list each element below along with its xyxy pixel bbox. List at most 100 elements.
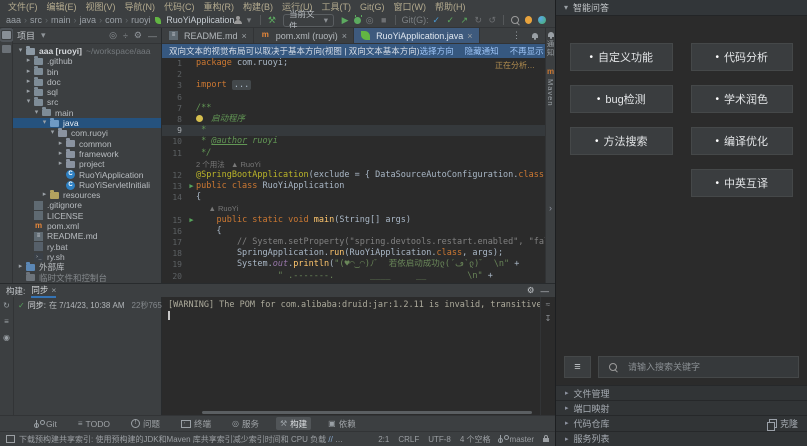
code-line[interactable]: 17 // System.setProperty("spring.devtool… <box>162 237 545 248</box>
menu-item[interactable]: 帮助(H) <box>435 0 466 13</box>
resync-icon[interactable]: ↻ <box>3 301 10 310</box>
tree-row[interactable]: ▾src <box>13 97 161 107</box>
tree-row[interactable]: ▸sql <box>13 87 161 97</box>
notifications-bell-icon[interactable] <box>548 32 554 37</box>
profiler-icon[interactable] <box>525 16 533 24</box>
build-settings-icon[interactable]: ⚙ <box>527 285 535 296</box>
tree-row[interactable]: ▾com.ruoyi <box>13 128 161 138</box>
git-branch-widget[interactable]: master <box>500 435 534 444</box>
run-gutter-icon[interactable]: ▶ <box>187 215 196 226</box>
tree-row[interactable]: ▸.github <box>13 56 161 66</box>
clone-button[interactable]: 克隆 <box>769 417 798 430</box>
build-hammer-icon[interactable]: ⚒ <box>267 15 277 26</box>
menu-item[interactable]: 文件(F) <box>8 0 38 13</box>
toolwindow-button-问题[interactable]: !问题 <box>127 417 164 430</box>
project-caret-icon[interactable]: ▾ <box>41 30 46 41</box>
ai-action-button[interactable]: •编译优化 <box>691 127 794 155</box>
code-line[interactable]: 19 System.out.println("(♥◠‿◠)ﾉﾞ 若依启动成功ლ(… <box>162 259 545 270</box>
code-line[interactable]: 20 " .-------. ____ __ \n" + <box>162 271 545 282</box>
expand-panel-chevron[interactable]: › <box>549 203 552 213</box>
code-line[interactable]: 14{ <box>162 192 545 203</box>
more-options-icon[interactable]: ⋮ <box>508 28 525 43</box>
ai-panel-header[interactable]: ▾ 智能问答 <box>556 0 807 16</box>
code-line[interactable]: 16 { <box>162 226 545 237</box>
code-editor[interactable]: 正在分析… 1package com.ruoyi;23import ...67/… <box>162 58 545 284</box>
collapse-chevron-icon[interactable]: ▾ <box>564 3 568 12</box>
chevron-down-icon[interactable]: ▾ <box>32 108 41 118</box>
code-line[interactable]: 12@SpringBootApplication(exclude = { Dat… <box>162 170 545 181</box>
code-line[interactable]: 13▶public class RuoYiApplication <box>162 181 545 192</box>
chevron-right-icon[interactable]: ▸ <box>56 149 65 159</box>
status-message[interactable]: 下载预构建共享索引: 使用预构建的JDK和Maven 库共享索引减少索引时间和 … <box>19 434 349 445</box>
chevron-right-icon[interactable]: ▸ <box>24 67 33 77</box>
run-button[interactable]: ▶ <box>340 15 350 26</box>
show-icon[interactable]: ◉ <box>3 333 10 342</box>
code-line[interactable]: 11 */ <box>162 148 545 159</box>
panel-settings-icon[interactable]: ⚙ <box>134 30 142 41</box>
tree-row[interactable]: ▸外部库 <box>13 262 161 272</box>
menu-item[interactable]: 视图(V) <box>86 0 116 13</box>
ai-action-button[interactable]: •中英互译 <box>691 169 794 197</box>
tree-row[interactable]: ▾java <box>13 118 161 128</box>
status-links[interactable]: // 始终下载 // 下载一次 // 不再... <box>328 435 349 444</box>
chevron-down-icon[interactable]: ▾ <box>16 46 25 56</box>
tree-row[interactable]: ▾aaa [ruoyi]~/workspace/aaa <box>13 46 161 56</box>
notifications-bell-icon[interactable] <box>525 28 545 43</box>
caret-position[interactable]: 2:1 <box>378 435 389 444</box>
menu-item[interactable]: 窗口(W) <box>394 0 427 13</box>
stop-button[interactable]: ■ <box>379 15 389 25</box>
debug-button[interactable] <box>354 17 361 24</box>
ai-section-row[interactable]: ▸服务列表 <box>556 431 807 446</box>
code-line[interactable]: 9 * <box>162 125 545 136</box>
tree-row[interactable]: ry.bat <box>13 242 161 252</box>
maven-toolwindow-tab[interactable]: Maven <box>546 79 555 107</box>
chevron-right-icon[interactable]: ▸ <box>24 87 33 97</box>
git-update-button[interactable]: ✓ <box>431 15 441 26</box>
build-hide-icon[interactable]: — <box>541 286 550 296</box>
user-dropdown-icon[interactable]: ▾ <box>244 15 254 26</box>
menu-item[interactable]: 构建(B) <box>243 0 273 13</box>
user-account-icon[interactable] <box>234 16 242 24</box>
sync-status-row[interactable]: ✓ 同步: 在 7/14/23, 10:38 AM 22秒765毫秒 <box>14 300 161 311</box>
run-config-select[interactable]: 当前文件 ▾ <box>283 14 334 27</box>
tree-row[interactable]: ▸project <box>13 159 161 169</box>
ai-action-button[interactable]: •学术润色 <box>691 85 794 113</box>
close-tab-icon[interactable]: × <box>51 285 56 295</box>
tree-row[interactable]: pom.xml <box>13 221 161 231</box>
tree-row[interactable]: ry.sh <box>13 252 161 262</box>
ai-action-button[interactable]: •自定义功能 <box>570 43 673 71</box>
chevron-down-icon[interactable]: ▾ <box>40 118 49 128</box>
project-toolwindow-icon[interactable] <box>2 31 11 39</box>
run-gutter-icon[interactable]: ▶ <box>187 181 196 192</box>
tree-row[interactable]: ▸bin <box>13 67 161 77</box>
git-rollback-button[interactable]: ↺ <box>487 15 497 26</box>
filter-icon[interactable]: ≡ <box>4 317 9 326</box>
ai-section-row[interactable]: ▸端口映射 <box>556 400 807 415</box>
tree-row[interactable]: ▸framework <box>13 149 161 159</box>
git-push-button[interactable]: ↗ <box>459 15 469 26</box>
code-line[interactable]: 2 个用法 ▲ RuoYi <box>162 159 545 170</box>
ai-section-row[interactable]: ▸文件管理 <box>556 385 807 400</box>
tree-row[interactable]: ▸common <box>13 139 161 149</box>
tree-row[interactable]: RuoYiApplication <box>13 170 161 180</box>
menu-item[interactable]: Git(G) <box>360 2 385 12</box>
tree-row[interactable]: .gitignore <box>13 200 161 210</box>
banner-link[interactable]: 隐藏通知 <box>465 45 499 57</box>
ai-action-button[interactable]: •bug检测 <box>570 85 673 113</box>
toolwindow-button-todo[interactable]: ≡TODO <box>74 417 114 430</box>
locate-file-icon[interactable]: ◎ <box>109 30 117 41</box>
toolwindow-button-构建[interactable]: ⚒构建 <box>276 417 311 430</box>
code-line[interactable]: 2 <box>162 69 545 80</box>
toolwindow-button-终端[interactable]: ›终端 <box>177 417 215 430</box>
code-line[interactable]: ▲ RuoYi <box>162 203 545 214</box>
build-sync-tab[interactable]: 同步 × <box>31 283 56 298</box>
editor-tab[interactable]: pom.xml (ruoyi)× <box>254 28 354 43</box>
chevron-right-icon[interactable]: ▸ <box>24 77 33 87</box>
ai-plugin-icon[interactable] <box>538 16 546 24</box>
git-commit-button[interactable]: ✓ <box>445 15 455 26</box>
editor-tab[interactable]: README.md× <box>162 28 254 43</box>
build-output[interactable]: [WARNING] The POM for com.alibaba:druid:… <box>162 297 540 415</box>
collapse-all-icon[interactable]: ÷ <box>123 31 128 41</box>
breadcrumb-item[interactable]: java <box>80 15 97 25</box>
code-line[interactable]: 18 SpringApplication.run(RuoYiApplicatio… <box>162 248 545 259</box>
